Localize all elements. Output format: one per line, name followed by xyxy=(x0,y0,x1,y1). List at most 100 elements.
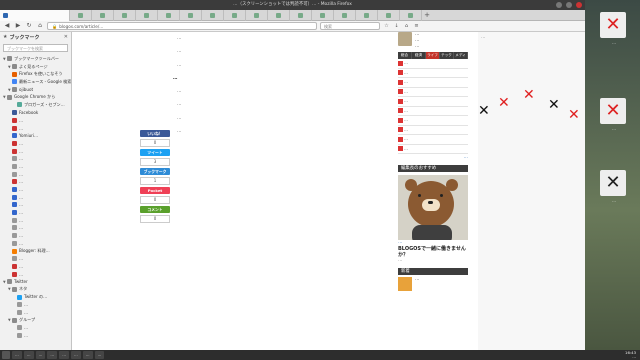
news-thumbnail[interactable] xyxy=(398,277,412,291)
share-button[interactable]: ツイート xyxy=(140,149,170,156)
close-icon[interactable]: ✕ xyxy=(498,96,510,110)
bookmark-item[interactable]: … xyxy=(0,309,71,317)
share-button[interactable]: いいね！ xyxy=(140,130,170,137)
bookmark-item[interactable]: Blogger: 料理… xyxy=(0,247,71,255)
desktop-icon-1[interactable]: ✕ xyxy=(600,12,626,38)
browser-tab[interactable] xyxy=(312,10,334,21)
browser-tab[interactable] xyxy=(92,10,114,21)
bookmark-item[interactable]: ▼ Twitter xyxy=(0,278,71,286)
browser-tab[interactable] xyxy=(268,10,290,21)
ranking-tab[interactable]: ライフ xyxy=(426,52,440,59)
url-bar[interactable]: 🔒 blogos.com/article/… xyxy=(47,22,317,30)
bookmark-item[interactable]: Facebook xyxy=(0,109,71,117)
ranking-item[interactable]: … xyxy=(398,78,468,88)
bookmark-item[interactable]: … xyxy=(0,178,71,186)
bookmark-item[interactable]: … xyxy=(0,147,71,155)
pocket-button[interactable]: Pocket xyxy=(140,187,170,194)
bookmark-star-icon[interactable]: ☆ xyxy=(383,23,390,30)
bookmark-item[interactable]: … xyxy=(0,332,71,340)
browser-tab[interactable] xyxy=(400,10,422,21)
taskbar-item[interactable]: … xyxy=(35,351,46,359)
taskbar-item[interactable]: … xyxy=(82,351,93,359)
browser-tab[interactable] xyxy=(290,10,312,21)
bookmark-item[interactable]: ブロガーズ・セブン… xyxy=(0,101,71,109)
taskbar-item[interactable]: … xyxy=(59,351,69,359)
ranking-item[interactable]: … xyxy=(398,126,468,135)
bookmark-item[interactable]: ▼ ojibuot xyxy=(0,86,71,94)
ranking-item[interactable]: … xyxy=(398,97,468,107)
ranking-more-link[interactable]: … xyxy=(398,155,468,161)
share-button[interactable]: ブックマーク xyxy=(140,168,170,175)
ranking-tab[interactable]: メディア xyxy=(454,52,468,64)
desktop-icon-3[interactable]: ✕ xyxy=(600,170,626,196)
close-icon[interactable]: ✕ xyxy=(568,108,580,122)
bookmark-item[interactable]: … xyxy=(0,224,71,232)
bookmark-item[interactable]: … xyxy=(0,255,71,263)
close-button[interactable] xyxy=(576,2,582,8)
bookmark-item[interactable]: … xyxy=(0,117,71,125)
close-icon[interactable]: ✕ xyxy=(478,104,490,118)
window-titlebar[interactable]: …（スクリーンショットでは判読不可）… - Mozilla Firefox xyxy=(0,0,585,10)
news-headline[interactable]: … xyxy=(415,277,419,291)
bookmark-item[interactable]: … xyxy=(0,216,71,224)
bookmark-item[interactable]: ▼ よく見るページ xyxy=(0,63,71,71)
close-icon[interactable]: ✕ xyxy=(523,88,535,102)
bookmark-item[interactable]: ▼ グループ xyxy=(0,316,71,324)
bookmark-item[interactable]: Twitter の… xyxy=(0,293,71,301)
bookmark-item[interactable]: … xyxy=(0,186,71,194)
bookmark-item[interactable]: … xyxy=(0,201,71,209)
ranking-item[interactable]: … xyxy=(398,59,468,69)
bookmark-item[interactable]: … xyxy=(0,209,71,217)
downloads-icon[interactable]: ↓ xyxy=(393,23,400,30)
taskbar-item[interactable]: … xyxy=(70,351,81,359)
new-tab-button[interactable]: + xyxy=(422,10,432,20)
bookmark-search-input[interactable]: ブックマークを検索 xyxy=(3,44,68,52)
bookmark-item[interactable]: Yomiuri… xyxy=(0,132,71,140)
browser-tab[interactable] xyxy=(334,10,356,21)
desktop-icon-2[interactable]: ✕ xyxy=(600,98,626,124)
bookmark-item[interactable]: … xyxy=(0,232,71,240)
sidebar-close-icon[interactable]: ✕ xyxy=(64,34,68,40)
ranking-item[interactable]: … xyxy=(398,116,468,126)
ranking-tab[interactable]: テック xyxy=(440,52,454,59)
browser-tab[interactable] xyxy=(136,10,158,21)
bookmark-item[interactable]: … xyxy=(0,124,71,132)
close-icon[interactable]: ✕ xyxy=(548,98,560,112)
ranking-item[interactable]: … xyxy=(398,135,468,145)
bookmark-item[interactable]: … xyxy=(0,155,71,163)
bookmark-item[interactable]: 最新ニュース - Google 検索 xyxy=(0,78,71,86)
bookmark-item[interactable]: ▼ Google Chrome から xyxy=(0,93,71,101)
ranking-item[interactable]: … xyxy=(398,88,468,97)
forward-icon[interactable]: ▶ xyxy=(14,22,22,30)
bookmark-item[interactable]: … xyxy=(0,324,71,332)
bookmark-item[interactable]: … xyxy=(0,270,71,278)
ranking-tab[interactable]: 総合 xyxy=(398,52,412,59)
start-menu-icon[interactable] xyxy=(2,351,10,359)
browser-tab[interactable] xyxy=(202,10,224,21)
bookmark-item[interactable]: … xyxy=(0,240,71,248)
browser-tab[interactable] xyxy=(180,10,202,21)
home-toolbar-icon[interactable]: ⌂ xyxy=(403,23,410,30)
bookmark-item[interactable]: ▼ ネタ xyxy=(0,286,71,294)
browser-tab[interactable] xyxy=(378,10,400,21)
bookmark-item[interactable]: … xyxy=(0,140,71,148)
taskbar-item[interactable]: … xyxy=(23,351,34,359)
browser-tab[interactable] xyxy=(246,10,268,21)
bookmark-item[interactable]: ▼ ブックマークツールバー xyxy=(0,55,71,63)
bookmark-item[interactable]: Firefox を使いこなそう xyxy=(0,70,71,78)
taskbar-item[interactable]: … xyxy=(94,351,105,359)
bookmark-item[interactable]: … xyxy=(0,263,71,271)
author-avatar[interactable] xyxy=(398,32,412,46)
browser-tab[interactable] xyxy=(224,10,246,21)
ranking-item[interactable]: … xyxy=(398,107,468,116)
maximize-button[interactable] xyxy=(566,2,572,8)
home-icon[interactable]: ⌂ xyxy=(36,22,44,30)
ranking-tab[interactable]: 経済 xyxy=(412,52,426,59)
taskbar-item[interactable]: … xyxy=(47,351,58,359)
search-input[interactable]: 検索 xyxy=(320,22,380,30)
taskbar-clock[interactable]: 16:43 … xyxy=(625,350,640,359)
editor-title[interactable]: BLOGOSで一緒に働きませんか？ xyxy=(398,246,468,258)
ranking-item[interactable]: … xyxy=(398,145,468,154)
taskbar-item[interactable]: … xyxy=(12,351,22,359)
browser-tab[interactable] xyxy=(158,10,180,21)
